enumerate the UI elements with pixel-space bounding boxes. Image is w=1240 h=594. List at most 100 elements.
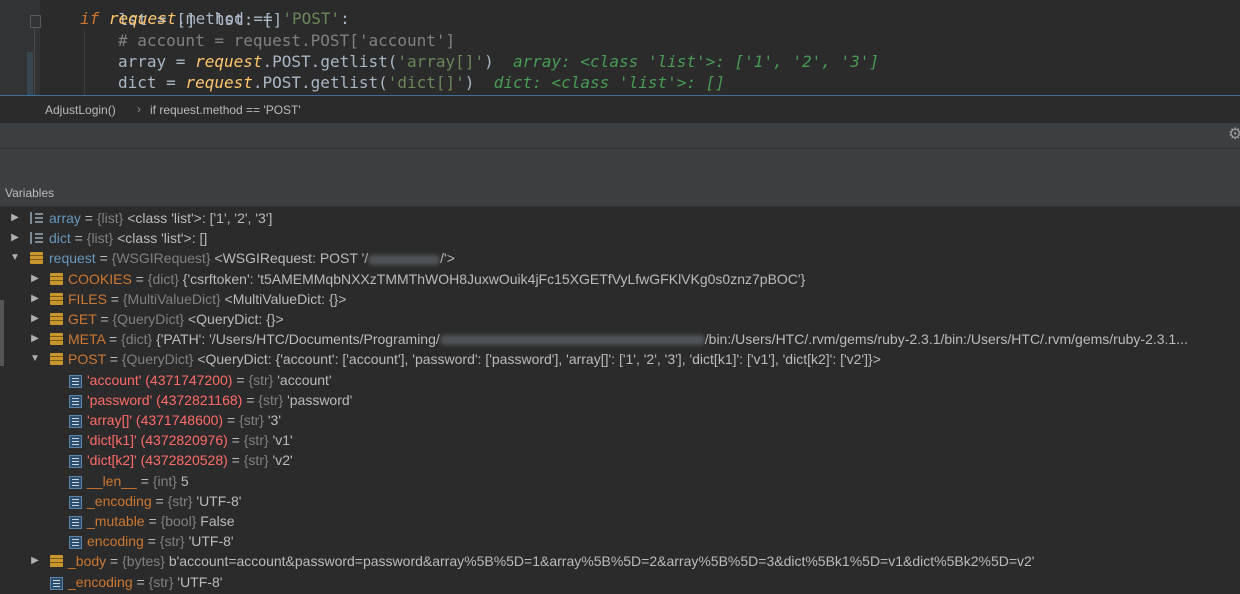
equals-sign: = [105, 331, 122, 348]
variable-value: 'v1' [268, 432, 293, 449]
variable-row[interactable]: ▶ FILES = {MultiValueDict} <MultiValueDic… [0, 289, 1240, 309]
object-icon [50, 353, 63, 366]
panel-resize-handle[interactable] [0, 300, 4, 366]
variable-row[interactable]: 'dict[k1]' (4372820976) = {str} 'v1' [0, 430, 1240, 450]
variable-value: {'PATH': '/Users/HTC/Documents/Programin… [152, 331, 440, 348]
variable-value: 'account' [273, 371, 332, 388]
variable-row[interactable]: _encoding = {str} 'UTF-8' [0, 491, 1240, 511]
variable-row[interactable]: ▼ request = {WSGIRequest} <WSGIRequest: P… [0, 248, 1240, 268]
variable-text: 'password' (4372821168) = {str} 'passwor… [87, 390, 352, 410]
expand-arrow-icon[interactable]: ▶ [30, 309, 40, 329]
inline-debug-value: dict: <class 'list'>: [] [493, 73, 725, 92]
variable-value: <QueryDict: {'account': ['account'], 'pa… [193, 351, 881, 368]
variable-type: {list} [86, 230, 114, 247]
expand-arrow-icon[interactable]: ▶ [10, 228, 20, 248]
collapse-arrow-icon[interactable]: ▼ [10, 248, 20, 268]
variable-row[interactable]: ▶ GET = {QueryDict} <QueryDict: {}> [0, 309, 1240, 329]
request-var: request [185, 73, 253, 92]
variable-value: <WSGIRequest: POST '/ [210, 250, 369, 267]
variable-text: _encoding = {str} 'UTF-8' [87, 491, 241, 511]
variable-row[interactable]: 'password' (4372821168) = {str} 'passwor… [0, 390, 1240, 410]
change-marker [27, 52, 33, 96]
variable-name: array [49, 210, 81, 226]
string-icon [69, 455, 82, 469]
variable-row[interactable]: _mutable = {bool} False [0, 511, 1240, 531]
collapse-arrow-icon[interactable]: ▼ [30, 349, 40, 369]
variable-type: {bool} [160, 513, 197, 529]
code-editor[interactable]: lst = [] lst: [] if request.method == 'P… [0, 0, 1240, 96]
variable-value-tail: /'> [440, 250, 455, 267]
variable-name: encoding [87, 533, 144, 550]
list-icon [30, 212, 45, 224]
breadcrumb-item-if[interactable]: if request.method == 'POST' [150, 103, 301, 117]
code-text: .POST.getlist( [262, 52, 398, 71]
breadcrumb-separator: › [137, 102, 141, 116]
variable-text: COOKIES = {dict} {'csrftoken': 't5AMEMMq… [68, 269, 805, 289]
variable-type: {str} [258, 391, 284, 408]
variable-value: 'UTF-8' [192, 492, 242, 509]
variable-row[interactable]: ▶ COOKIES = {dict} {'csrftoken': 't5AMEMM… [0, 269, 1240, 289]
keyword-if: if [80, 9, 100, 28]
variable-text: request = {WSGIRequest} <WSGIRequest: PO… [49, 248, 455, 268]
fold-guide [34, 28, 35, 96]
variable-type: {str} [239, 412, 264, 428]
string-literal: 'dict[]' [387, 73, 465, 92]
variable-value: 'UTF-8' [173, 573, 223, 590]
variable-row[interactable]: 'account' (4371747200) = {str} 'account' [0, 370, 1240, 390]
variable-text: array = {list} <class 'list'>: ['1', '2'… [49, 208, 272, 228]
variable-name: GET [68, 311, 97, 327]
variables-tree[interactable]: ▶ array = {list} <class 'list'>: ['1', '2… [0, 208, 1240, 594]
variable-row[interactable]: __len__ = {int} 5 [0, 471, 1240, 491]
breadcrumb: AdjustLogin() › if request.method == 'PO… [0, 97, 1240, 122]
gear-icon[interactable]: ⚙ [1228, 127, 1240, 143]
variable-row[interactable]: 'dict[k2]' (4372820528) = {str} 'v2' [0, 450, 1240, 470]
variable-value: <class 'list'>: ['1', '2', '3'] [123, 210, 273, 226]
variable-type: {str} [243, 432, 269, 449]
editor-gutter[interactable] [0, 0, 41, 96]
variable-text: 'dict[k1]' (4372820976) = {str} 'v1' [87, 430, 293, 450]
variable-text: encoding = {str} 'UTF-8' [87, 531, 234, 551]
variable-name: _body [68, 553, 107, 570]
code-line-array: array = request.POST.getlist('array[]') … [118, 52, 880, 71]
variable-row[interactable]: ▼ POST = {QueryDict} <QueryDict: {'accoun… [0, 349, 1240, 369]
expand-arrow-icon[interactable]: ▶ [30, 329, 40, 349]
variable-row[interactable]: _encoding = {str} 'UTF-8' [0, 572, 1240, 592]
expand-arrow-icon[interactable]: ▶ [30, 269, 40, 289]
object-icon [50, 272, 63, 285]
code-text: ) [464, 73, 475, 92]
variable-text: _body = {bytes} b'account=account&passwo… [68, 551, 1034, 571]
expand-arrow-icon[interactable]: ▶ [30, 551, 40, 571]
variable-type: {dict} [121, 331, 153, 348]
variable-row[interactable]: encoding = {str} 'UTF-8' [0, 531, 1240, 551]
fold-icon[interactable] [30, 15, 41, 28]
variable-row[interactable]: ▶ dict = {list} <class 'list'>: [] [0, 228, 1240, 248]
frames-toolbar [0, 148, 1240, 180]
equals-sign: = [144, 513, 161, 529]
code-line-dict: dict = request.POST.getlist('dict[]') di… [118, 73, 725, 92]
object-icon [30, 252, 43, 265]
equals-sign: = [227, 452, 244, 469]
expand-arrow-icon[interactable]: ▶ [30, 289, 40, 309]
variable-row[interactable]: 'array[]' (4371748600) = {str} '3' [0, 410, 1240, 430]
variable-value: <MultiValueDict: {}> [220, 290, 347, 307]
variable-name: META [68, 331, 106, 348]
variable-row[interactable]: ▶ array = {list} <class 'list'>: ['1', '2… [0, 208, 1240, 228]
equals-sign: = [232, 371, 249, 388]
string-icon [69, 374, 82, 388]
variable-value: <class 'list'>: [] [113, 230, 208, 247]
equals-sign: = [242, 391, 259, 408]
var-name: dict [118, 73, 157, 92]
list-icon [30, 232, 45, 245]
breadcrumb-item-function[interactable]: AdjustLogin() [45, 103, 116, 117]
variable-name: COOKIES [68, 270, 132, 287]
variable-type: {str} [167, 492, 193, 509]
code-line-if: if request.method == 'POST': [80, 9, 350, 29]
request-var: request [108, 9, 177, 28]
variable-row[interactable]: ▶ _body = {bytes} b'account=account&passw… [0, 551, 1240, 571]
expand-arrow-icon[interactable]: ▶ [10, 208, 20, 228]
equals-sign: = [143, 533, 160, 550]
variable-row[interactable]: ▶ META = {dict} {'PATH': '/Users/HTC/Docu… [0, 329, 1240, 349]
variable-type: {QueryDict} [121, 351, 194, 368]
variable-value: b'account=account&password=password&arra… [164, 553, 1035, 570]
string-icon [69, 495, 82, 509]
